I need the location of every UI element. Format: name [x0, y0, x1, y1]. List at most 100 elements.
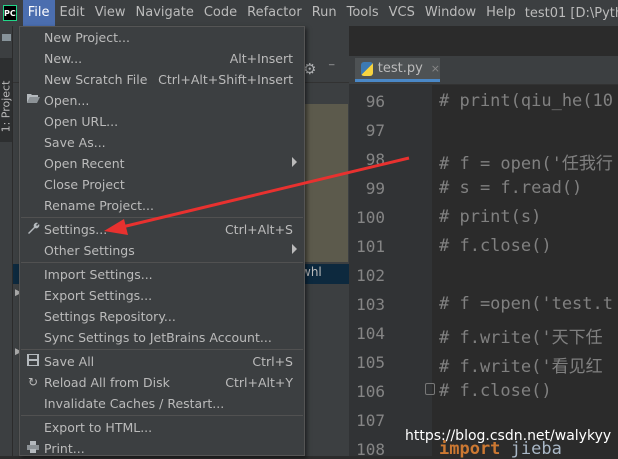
file-menu-dropdown: New Project... New... Alt+Insert New Scr…	[19, 26, 305, 456]
line-number: 105	[356, 353, 385, 372]
menu-item-open[interactable]: Open...	[20, 90, 304, 111]
tab-label: test.py	[377, 61, 423, 76]
fold-marker-icon[interactable]	[425, 383, 435, 395]
menu-item-label: Save All	[44, 354, 95, 369]
print-icon	[26, 441, 40, 456]
menu-item-rename-project[interactable]: Rename Project...	[20, 195, 304, 216]
menu-separator	[21, 349, 303, 350]
menu-item-label: Settings Repository...	[44, 309, 176, 324]
menu-item-new-project[interactable]: New Project...	[20, 27, 304, 48]
menu-view[interactable]: View	[90, 0, 131, 26]
code-line[interactable]: # s = f.read()	[439, 178, 582, 198]
code-line[interactable]: # print(qiu_he(10	[439, 91, 613, 111]
menu-item-import-settings[interactable]: Import Settings...	[20, 264, 304, 285]
menu-item-label: Open Recent	[44, 156, 125, 171]
menu-item-close-project[interactable]: Close Project	[20, 174, 304, 195]
menu-item-other-settings[interactable]: Other Settings	[20, 240, 304, 261]
menu-separator	[21, 415, 303, 416]
reload-icon: ↻	[27, 375, 39, 389]
menu-item-label: Other Settings	[44, 243, 135, 258]
code-line[interactable]: # f.write('天下任	[439, 323, 603, 348]
menu-item-invalidate-caches[interactable]: Invalidate Caches / Restart...	[20, 393, 304, 414]
line-number: 107	[356, 411, 385, 430]
code-line[interactable]: # f.close()	[439, 236, 552, 256]
line-number: 104	[356, 324, 385, 343]
window-title: test01 [D:\Python\	[524, 5, 618, 21]
menu-separator	[21, 262, 303, 263]
submenu-arrow-icon	[292, 157, 297, 167]
line-number: 96	[365, 92, 385, 111]
menu-vcs[interactable]: VCS	[384, 0, 420, 26]
line-number: 108	[356, 440, 385, 459]
menu-item-shortcut: Ctrl+Alt+Shift+Insert	[158, 72, 293, 87]
line-number: 102	[356, 266, 385, 285]
menu-item-label: Invalidate Caches / Restart...	[44, 396, 225, 411]
menu-item-label: Save As...	[44, 135, 106, 150]
project-tool-tab-label: 1: Project	[0, 80, 13, 133]
line-number: 106	[356, 382, 385, 401]
menu-item-label: Export Settings...	[44, 288, 153, 303]
menu-item-export-settings[interactable]: Export Settings...	[20, 285, 304, 306]
code-line[interactable]: # f.close()	[439, 381, 552, 401]
menu-item-shortcut: Alt+Insert	[229, 51, 293, 66]
line-number: 97	[365, 121, 385, 140]
menu-item-label: Open...	[44, 93, 90, 108]
menu-item-export-html[interactable]: Export to HTML...	[20, 417, 304, 438]
menu-item-shortcut: Ctrl+Alt+Y	[225, 375, 293, 390]
tab-test-py[interactable]: test.py ×	[355, 58, 440, 82]
menu-refactor[interactable]: Refactor	[242, 0, 307, 26]
code-line[interactable]: # print(s)	[439, 207, 541, 227]
menu-item-new[interactable]: New... Alt+Insert	[20, 48, 304, 69]
menu-item-open-url[interactable]: Open URL...	[20, 111, 304, 132]
watermark: https://blog.csdn.net/walykyy	[405, 428, 612, 444]
close-icon[interactable]: ×	[431, 62, 440, 75]
menu-navigate[interactable]: Navigate	[131, 0, 199, 26]
menu-item-label: New Scratch File	[44, 72, 148, 87]
save-icon	[26, 354, 40, 369]
menu-item-label: Print...	[44, 441, 85, 456]
code-line[interactable]: # f.write('看见红	[439, 352, 603, 377]
code-line[interactable]: # f = open('任我行	[439, 149, 613, 174]
menu-item-label: Export to HTML...	[44, 420, 153, 435]
folder-open-icon	[26, 93, 40, 107]
menu-item-label: New Project...	[44, 30, 130, 45]
menu-item-label: Settings...	[44, 222, 108, 237]
submenu-arrow-icon	[292, 244, 297, 254]
menu-item-shortcut: Ctrl+Alt+S	[224, 222, 293, 237]
menu-item-label: Rename Project...	[44, 198, 154, 213]
menu-item-save-as[interactable]: Save As...	[20, 132, 304, 153]
line-number: 100	[356, 208, 385, 227]
menu-help[interactable]: Help	[481, 0, 521, 26]
menu-window[interactable]: Window	[420, 0, 481, 26]
menu-item-label: Close Project	[44, 177, 125, 192]
menu-edit[interactable]: Edit	[55, 0, 90, 26]
hide-panel-icon[interactable]: ⁻	[328, 60, 335, 76]
menu-item-shortcut: Ctrl+S	[252, 354, 293, 369]
python-file-icon	[361, 61, 373, 76]
menu-file[interactable]: File	[22, 0, 55, 26]
menu-item-sync-settings[interactable]: Sync Settings to JetBrains Account...	[20, 327, 304, 348]
line-number: 103	[356, 295, 385, 314]
menu-bar: PC File Edit View Navigate Code Refactor…	[0, 0, 618, 26]
menu-item-settings-repository[interactable]: Settings Repository...	[20, 306, 304, 327]
menu-item-label: Sync Settings to JetBrains Account...	[44, 330, 272, 345]
menu-item-label: New...	[44, 51, 83, 66]
gear-icon[interactable]: ⚙	[303, 60, 316, 78]
menu-item-label: Import Settings...	[44, 267, 153, 282]
line-number: 98	[365, 150, 385, 169]
pycharm-logo-icon: PC	[3, 5, 17, 21]
menu-item-open-recent[interactable]: Open Recent	[20, 153, 304, 174]
line-number: 99	[365, 179, 385, 198]
menu-item-new-scratch-file[interactable]: New Scratch File Ctrl+Alt+Shift+Insert	[20, 69, 304, 90]
menu-code[interactable]: Code	[199, 0, 242, 26]
menu-item-label: Open URL...	[44, 114, 119, 129]
menu-item-reload-all[interactable]: ↻ Reload All from Disk Ctrl+Alt+Y	[20, 372, 304, 393]
code-line[interactable]: # f =open('test.t	[439, 294, 613, 314]
menu-run[interactable]: Run	[307, 0, 342, 26]
menu-separator	[21, 217, 303, 218]
menu-item-save-all[interactable]: Save All Ctrl+S	[20, 351, 304, 372]
menu-item-settings[interactable]: Settings... Ctrl+Alt+S	[20, 219, 304, 240]
wrench-icon	[26, 222, 40, 238]
line-number: 101	[356, 237, 385, 256]
menu-tools[interactable]: Tools	[342, 0, 384, 26]
